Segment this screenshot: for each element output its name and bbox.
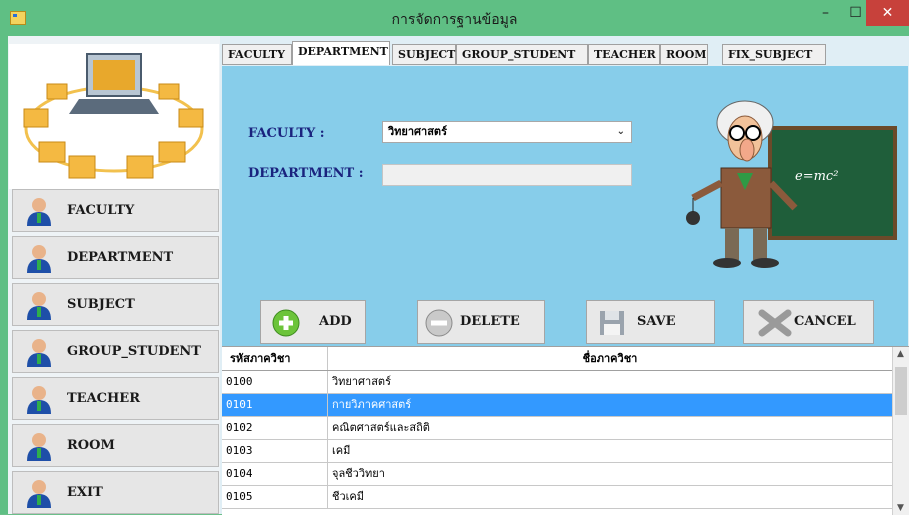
table-row[interactable]: 0105 ชีวเคมี: [222, 486, 892, 509]
sidebar-item-teacher[interactable]: TEACHER: [12, 377, 219, 420]
column-header-name[interactable]: ชื่อภาควิชา: [328, 347, 892, 370]
title-bar[interactable]: การจัดการฐานข้อมูล – ☐ ✕: [0, 0, 909, 36]
cell-code: 0105: [222, 486, 328, 508]
sidebar-item-label: ROOM: [67, 438, 115, 453]
table-row-selected[interactable]: 0101 กายวิภาคศาสตร์: [222, 394, 892, 417]
app-window: การจัดการฐานข้อมูล – ☐ ✕ FACULTY DEPARTM…: [0, 0, 909, 515]
tab-group-student[interactable]: GROUP_STUDENT: [456, 44, 588, 65]
scroll-thumb[interactable]: [895, 367, 907, 415]
user-icon: [27, 433, 51, 461]
table-row[interactable]: 0102 คณิตศาสตร์และสถิติ: [222, 417, 892, 440]
delete-button[interactable]: DELETE: [417, 300, 545, 344]
cell-name: ชีวเคมี: [332, 490, 365, 503]
save-button-label: SAVE: [637, 314, 676, 329]
scroll-down-icon[interactable]: ▼: [897, 503, 904, 513]
sidebar-item-subject[interactable]: SUBJECT: [12, 283, 219, 326]
cell-code: 0104: [222, 463, 328, 485]
user-icon: [27, 480, 51, 508]
blackboard-formula-text: e=mc²: [795, 169, 838, 184]
table-row[interactable]: 0104 จุลชีววิทยา: [222, 463, 892, 486]
x-mark-icon: [758, 309, 792, 337]
cell-code: 0102: [222, 417, 328, 439]
tab-room[interactable]: ROOM: [660, 44, 708, 65]
scroll-up-icon[interactable]: ▲: [897, 349, 904, 359]
tab-faculty[interactable]: FACULTY: [222, 44, 292, 65]
cancel-button[interactable]: CANCEL: [743, 300, 874, 344]
user-icon: [27, 245, 51, 273]
tab-subject[interactable]: SUBJECT: [392, 44, 456, 65]
vertical-scrollbar[interactable]: ▲ ▼: [892, 347, 909, 515]
table-header: รหัสภาควิชา ชื่อภาควิชา: [222, 347, 892, 371]
faculty-label: FACULTY :: [248, 126, 325, 141]
table-row[interactable]: 0100 วิทยาศาสตร์: [222, 371, 892, 394]
sidebar-item-exit[interactable]: EXIT: [12, 471, 219, 514]
department-label: DEPARTMENT :: [248, 166, 364, 181]
cancel-button-label: CANCEL: [794, 314, 856, 329]
cell-name: วิทยาศาสตร์: [332, 375, 391, 388]
department-input[interactable]: [382, 164, 632, 186]
cell-code: 0100: [222, 371, 328, 393]
department-table: รหัสภาควิชา ชื่อภาควิชา 0100 วิทยาศาสตร์…: [222, 346, 909, 515]
sidebar-item-group-student[interactable]: GROUP_STUDENT: [12, 330, 219, 373]
user-icon: [27, 292, 51, 320]
sidebar-item-label: GROUP_STUDENT: [67, 344, 201, 359]
user-icon: [27, 339, 51, 367]
column-header-code[interactable]: รหัสภาควิชา: [222, 347, 328, 370]
sidebar-item-label: SUBJECT: [67, 297, 135, 312]
tab-fix-subject[interactable]: FIX_SUBJECT: [722, 44, 826, 65]
chevron-down-icon[interactable]: ⌄: [617, 122, 625, 142]
add-button[interactable]: ADD: [260, 300, 366, 344]
database-logo-image: [9, 44, 219, 189]
cell-name: เคมี: [332, 444, 351, 457]
table-row[interactable]: 0103 เคมี: [222, 440, 892, 463]
tab-department[interactable]: DEPARTMENT: [292, 41, 390, 65]
tab-teacher[interactable]: TEACHER: [588, 44, 660, 65]
user-icon: [27, 198, 51, 226]
add-button-label: ADD: [319, 314, 352, 329]
sidebar-item-label: TEACHER: [67, 391, 141, 406]
minimize-button[interactable]: –: [809, 0, 842, 26]
sidebar-item-label: DEPARTMENT: [67, 250, 174, 265]
user-icon: [27, 386, 51, 414]
plus-icon: [272, 309, 300, 337]
faculty-select[interactable]: วิทยาศาสตร์ ⌄: [382, 121, 632, 143]
save-button[interactable]: SAVE: [586, 300, 715, 344]
cell-code: 0103: [222, 440, 328, 462]
faculty-select-value: วิทยาศาสตร์: [388, 125, 447, 138]
professor-illustration: e=mc²: [686, 100, 897, 268]
minus-icon: [425, 309, 453, 337]
cell-code: 0101: [222, 394, 328, 416]
cell-name: คณิตศาสตร์และสถิติ: [332, 421, 430, 434]
cell-name: กายวิภาคศาสตร์: [332, 398, 412, 411]
sidebar-item-label: EXIT: [67, 485, 103, 500]
sidebar-item-faculty[interactable]: FACULTY: [12, 189, 219, 232]
sidebar-item-room[interactable]: ROOM: [12, 424, 219, 467]
cell-name: จุลชีววิทยา: [332, 467, 385, 480]
sidebar-item-label: FACULTY: [67, 203, 135, 218]
close-button[interactable]: ✕: [866, 0, 909, 26]
window-title: การจัดการฐานข้อมูล: [391, 12, 518, 28]
floppy-disk-icon: [600, 311, 624, 335]
delete-button-label: DELETE: [460, 314, 520, 329]
sidebar-item-department[interactable]: DEPARTMENT: [12, 236, 219, 279]
